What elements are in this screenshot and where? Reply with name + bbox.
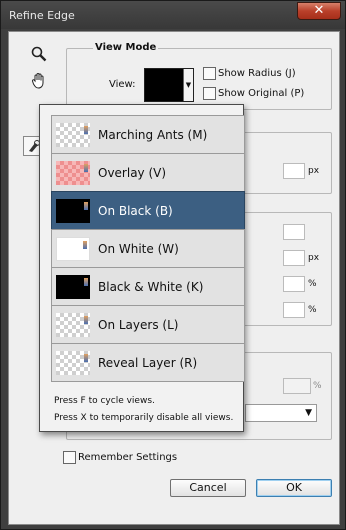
view-thumbnail: [56, 199, 90, 223]
view-thumbnail: [56, 313, 90, 337]
thumbnail-subject: [84, 354, 88, 362]
thumbnail-subject: [84, 126, 88, 134]
view-mode-label: On White (W): [98, 242, 179, 256]
view-mode-label: Marching Ants (M): [98, 128, 208, 142]
close-button[interactable]: ✕: [297, 2, 341, 20]
view-thumbnail: [56, 161, 90, 185]
view-label: View:: [109, 79, 136, 90]
view-mode-menu: Marching Ants (M) Overlay (V) On Black (B)…: [39, 104, 246, 432]
view-mode-group: [66, 48, 332, 110]
view-mode-label: Reveal Layer (R): [98, 356, 198, 370]
shift-edge-unit: %: [308, 305, 317, 315]
cycle-views-hint: Press F to cycle views.: [54, 396, 155, 406]
view-mode-title: View Mode: [93, 42, 159, 53]
view-thumbnail: [56, 351, 90, 375]
view-mode-menu-item[interactable]: Overlay (V): [51, 153, 245, 192]
amount-field[interactable]: [283, 378, 311, 394]
title-bar[interactable]: Refine Edge ✕: [1, 1, 345, 29]
view-mode-list: Marching Ants (M) Overlay (V) On Black (B)…: [51, 115, 246, 382]
view-dropdown[interactable]: ▼: [144, 68, 194, 102]
view-mode-menu-item[interactable]: On White (W): [51, 229, 245, 268]
view-mode-menu-item[interactable]: Marching Ants (M): [51, 115, 245, 154]
remember-settings-label: Remember Settings: [78, 452, 178, 463]
view-mode-menu-item[interactable]: Reveal Layer (R): [51, 343, 245, 382]
window-title: Refine Edge: [9, 9, 75, 22]
view-mode-menu-item[interactable]: On Layers (L): [51, 305, 245, 344]
shift-edge-field[interactable]: [283, 302, 305, 318]
close-icon: ✕: [313, 3, 325, 18]
amount-unit: %: [313, 381, 322, 391]
contrast-field[interactable]: [283, 276, 305, 292]
view-mode-label: On Layers (L): [98, 318, 179, 332]
view-thumbnail: [56, 123, 90, 147]
feather-field[interactable]: [283, 250, 305, 266]
cancel-button[interactable]: Cancel: [170, 479, 246, 497]
view-preview-thumbnail: [148, 72, 182, 98]
view-mode-menu-item[interactable]: On Black (B): [51, 191, 245, 230]
view-thumbnail: [56, 275, 90, 299]
thumbnail-subject: [83, 241, 87, 249]
remember-settings-checkbox[interactable]: [63, 451, 76, 464]
feather-unit: px: [308, 253, 320, 263]
radius-field[interactable]: [283, 163, 305, 179]
show-original-label: Show Original (P): [218, 88, 305, 99]
thumbnail-subject: [84, 316, 88, 324]
contrast-unit: %: [308, 279, 317, 289]
smooth-field[interactable]: [283, 224, 305, 240]
view-thumbnail: [56, 237, 90, 261]
view-mode-label: Overlay (V): [98, 166, 167, 180]
view-mode-label: Black & White (K): [98, 280, 204, 294]
output-to-select[interactable]: ▼: [245, 404, 317, 422]
disable-views-hint: Press X to temporarily disable all views…: [54, 413, 234, 423]
thumbnail-subject: [84, 202, 88, 210]
view-mode-label: On Black (B): [98, 204, 173, 218]
zoom-tool-icon[interactable]: [29, 46, 49, 66]
show-original-checkbox[interactable]: [203, 87, 216, 100]
ok-button[interactable]: OK: [256, 479, 332, 497]
show-radius-checkbox[interactable]: [203, 67, 216, 80]
radius-unit: px: [308, 166, 320, 176]
thumbnail-subject: [84, 164, 88, 172]
chevron-down-icon: ▼: [183, 69, 193, 101]
thumbnail-subject: [84, 278, 88, 286]
hand-tool-icon[interactable]: [29, 72, 49, 92]
refine-edge-dialog: Refine Edge ✕ View Mode View: ▼ Show Rad…: [0, 0, 346, 530]
show-radius-label: Show Radius (J): [218, 68, 296, 79]
view-mode-menu-item[interactable]: Black & White (K): [51, 267, 245, 306]
chevron-down-icon: ▼: [305, 408, 312, 418]
